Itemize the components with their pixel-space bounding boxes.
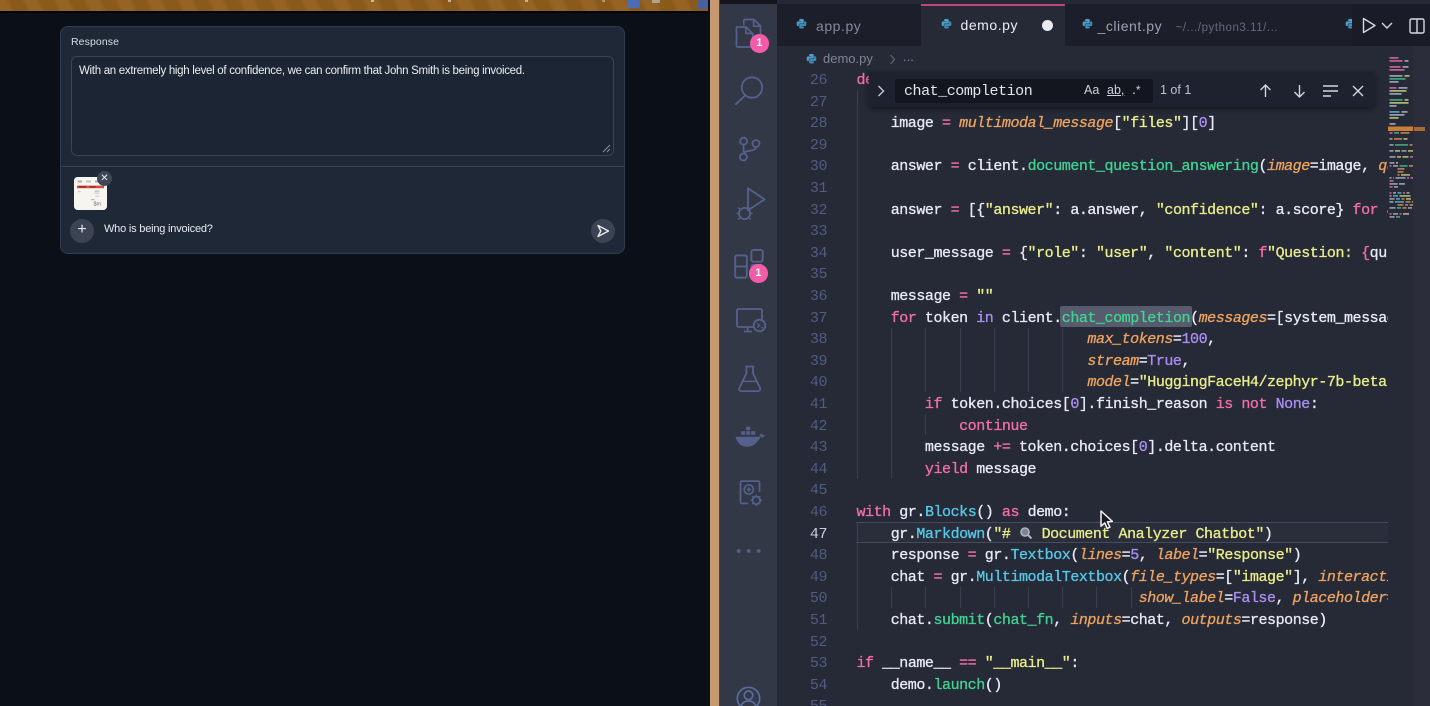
svg-text:$m: $m	[94, 202, 102, 208]
